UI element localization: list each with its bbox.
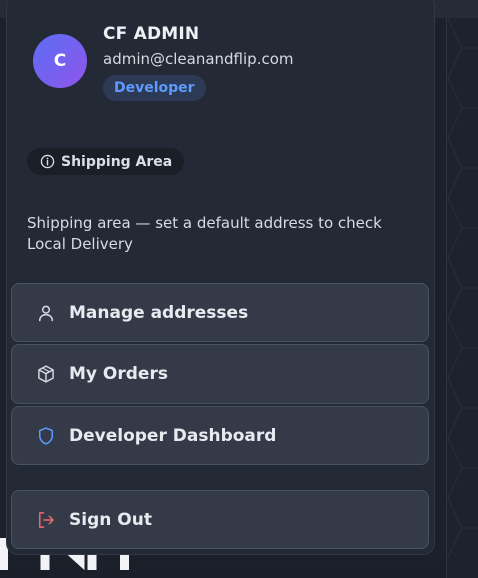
manage-addresses-button[interactable]: Manage addresses [11, 283, 429, 342]
shipping-area-label: Shipping Area [61, 153, 173, 170]
avatar: C [33, 34, 87, 88]
info-icon [40, 154, 55, 169]
manage-addresses-label: Manage addresses [69, 302, 249, 323]
role-badge: Developer [103, 75, 206, 101]
developer-dashboard-button[interactable]: Developer Dashboard [11, 406, 429, 465]
user-email: admin@cleanandflip.com [103, 50, 294, 68]
shipping-area-note: Shipping area — set a default address to… [27, 214, 382, 253]
developer-dashboard-label: Developer Dashboard [69, 425, 277, 446]
log-out-icon [39, 511, 54, 528]
sign-out-label: Sign Out [69, 509, 152, 530]
my-orders-button[interactable]: My Orders [11, 344, 429, 404]
package-icon [38, 365, 54, 383]
user-name: CF ADMIN [103, 24, 200, 44]
user-icon [39, 305, 53, 321]
my-orders-label: My Orders [69, 364, 168, 384]
sign-out-button[interactable]: Sign Out [11, 490, 429, 549]
shield-icon [39, 426, 53, 445]
hexagon-pattern-icon [447, 18, 478, 559]
avatar-initial: C [53, 51, 67, 71]
shipping-area-chip: Shipping Area [27, 148, 185, 175]
